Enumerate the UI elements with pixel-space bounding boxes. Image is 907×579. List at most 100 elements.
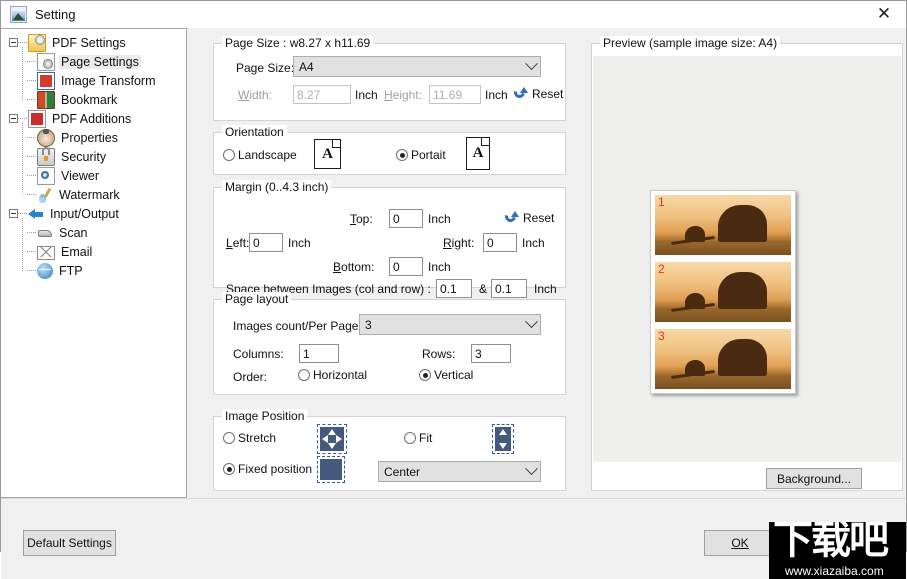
background-button-label: Background... (776, 471, 852, 486)
tree-item-input-output[interactable]: Input/Output (1, 204, 186, 223)
site-watermark: 下载吧 www.xiazaiba.com (769, 522, 906, 579)
orientation-landscape-label: Landscape (238, 148, 297, 162)
stretch-swatch (320, 427, 344, 451)
portrait-page-icon[interactable]: A (466, 137, 490, 170)
watermark-text: 下载吧 (773, 522, 889, 563)
space-amp: & (479, 282, 488, 296)
tree-item-watermark[interactable]: Watermark (1, 185, 186, 204)
tree-expander-collapse-icon[interactable] (9, 114, 18, 123)
margin-bottom-value: 0 (393, 259, 400, 274)
thumbnail-number: 2 (658, 262, 665, 276)
height-input[interactable]: 11.69 (429, 85, 481, 104)
width-value: 8.27 (297, 87, 321, 102)
reset-icon (504, 210, 519, 225)
margin-bottom-label: Bottom: (333, 260, 375, 274)
margin-group: Margin (0..4.3 inch) Top: 0 Inch Reset L… (213, 180, 566, 298)
ok-button[interactable]: OK (704, 530, 776, 556)
close-icon[interactable]: ✕ (862, 1, 906, 28)
tree-connector (27, 80, 37, 81)
tree-guide-line (22, 47, 23, 100)
tree-connector (27, 194, 37, 195)
page-size-reset-button[interactable]: Reset (513, 86, 563, 101)
preview-legend: Preview (sample image size: A4) (600, 36, 781, 50)
position-fit-radio[interactable]: Fit (404, 431, 432, 445)
page-settings-icon (37, 52, 55, 71)
window-title: Setting (35, 7, 76, 22)
default-settings-button[interactable]: Default Settings (23, 530, 116, 556)
alignment-select[interactable]: Center (378, 461, 541, 482)
radio-dot (404, 432, 416, 444)
preview-page-sheet: 1 2 3 (650, 190, 796, 394)
tree-item-image-transform[interactable]: Image Transform (1, 71, 186, 90)
position-fit-label: Fit (419, 431, 433, 445)
orientation-portrait-radio[interactable]: Portait (396, 148, 446, 162)
columns-input[interactable]: 1 (299, 344, 339, 363)
margin-right-label: Right: (443, 236, 475, 250)
tree-expander-collapse-icon[interactable] (9, 38, 18, 47)
preview-thumbnail: 2 (655, 262, 791, 322)
setting-window: Setting ✕ PDF Settings Page Settings Image… (0, 0, 907, 579)
chevron-down-icon (522, 57, 540, 71)
tree-item-label: Bookmark (61, 92, 118, 107)
tree-connector (27, 175, 37, 176)
page-size-legend: Page Size : w8.27 x h11.69 (222, 36, 374, 50)
position-stretch-radio[interactable]: Stretch (223, 431, 276, 445)
tree-item-label: PDF Additions (52, 111, 132, 126)
tree-connector (27, 99, 37, 100)
order-vertical-radio[interactable]: Vertical (419, 368, 473, 382)
email-icon (37, 245, 55, 260)
tree-item-viewer[interactable]: Viewer (1, 166, 186, 185)
bookmark-icon (37, 90, 55, 109)
space-row-input[interactable]: 0.1 (491, 279, 527, 298)
margin-top-input[interactable]: 0 (389, 209, 423, 228)
tree-item-pdf-settings[interactable]: PDF Settings (1, 33, 186, 52)
position-fixed-radio[interactable]: Fixed position (223, 462, 312, 476)
solid-square-icon[interactable] (317, 456, 345, 483)
tree-item-label: Security (61, 149, 107, 164)
tree-item-label: Watermark (59, 187, 120, 202)
tree-expander-collapse-icon[interactable] (9, 209, 18, 218)
margin-bottom-input[interactable]: 0 (389, 257, 423, 276)
width-unit: Inch (355, 88, 378, 102)
images-count-select[interactable]: 3 (359, 314, 541, 335)
order-vertical-label: Vertical (434, 368, 474, 382)
four-way-arrows-icon[interactable] (317, 424, 347, 454)
margin-left-value: 0 (253, 235, 260, 250)
rows-label: Rows: (422, 347, 456, 361)
settings-area: Page Size : w8.27 x h11.69 Page Size: A4… (187, 28, 906, 498)
tree-item-email[interactable]: Email (1, 242, 186, 261)
width-label: Width: (238, 88, 273, 102)
margin-left-input[interactable]: 0 (249, 233, 283, 252)
thumbnail-number: 3 (658, 329, 665, 343)
margin-reset-button[interactable]: Reset (504, 210, 554, 225)
width-input[interactable]: 8.27 (293, 85, 351, 104)
background-button[interactable]: Background... (766, 468, 862, 489)
page-size-value: A4 (299, 59, 314, 74)
input-output-icon (28, 206, 44, 222)
height-value: 11.69 (433, 87, 463, 102)
tree-item-bookmark[interactable]: Bookmark (1, 90, 186, 109)
tree-item-label: PDF Settings (52, 35, 126, 50)
tree-connector (27, 61, 37, 62)
order-horizontal-radio[interactable]: Horizontal (298, 368, 367, 382)
orientation-legend: Orientation (222, 125, 287, 139)
space-col-input[interactable]: 0.1 (436, 279, 472, 298)
tree-item-label: Viewer (61, 168, 99, 183)
tree-item-properties[interactable]: Properties (1, 128, 186, 147)
page-size-select[interactable]: A4 (293, 56, 541, 77)
tree-item-security[interactable]: Security (1, 146, 186, 166)
margin-right-input[interactable]: 0 (483, 233, 517, 252)
rows-input[interactable]: 3 (471, 344, 511, 363)
tree-item-page-settings[interactable]: Page Settings (1, 52, 186, 71)
tree-item-label: Email (61, 244, 93, 259)
tree-item-ftp[interactable]: FTP (1, 261, 186, 280)
tree-item-pdf-additions[interactable]: PDF Additions (1, 109, 186, 128)
watermark-url: www.xiazaiba.com (785, 564, 884, 578)
height-label: Height: (384, 88, 423, 102)
tree-item-scan[interactable]: Scan (1, 223, 186, 242)
vertical-arrows-icon[interactable] (492, 424, 514, 454)
orientation-landscape-radio[interactable]: Landscape (223, 148, 297, 162)
fixed-swatch (320, 459, 342, 480)
landscape-page-icon[interactable]: A (314, 139, 341, 169)
tree-guide-line (22, 218, 23, 271)
